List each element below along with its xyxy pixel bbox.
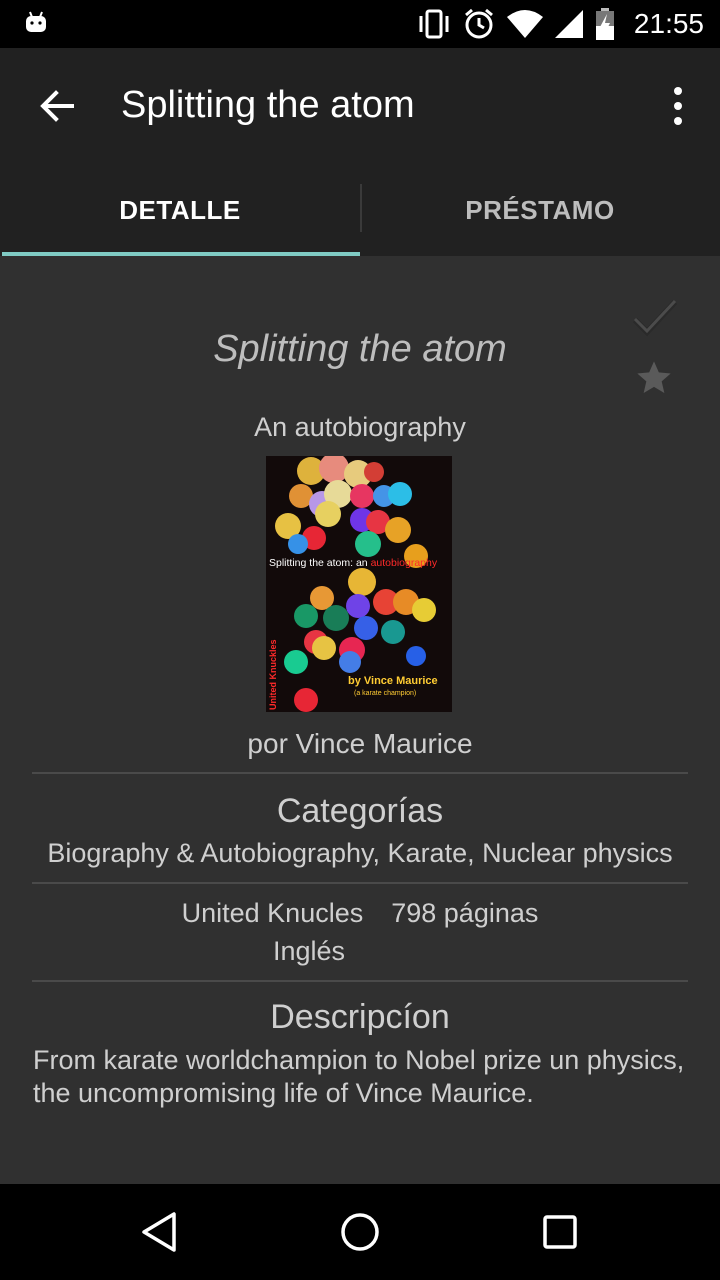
language: Inglés [272,936,346,966]
recents-square-icon[interactable] [536,1208,584,1256]
vibrate-icon [419,9,449,39]
publisher-pages-row: United Knucles 798 páginas [0,898,720,929]
book-cover: Splitting the atom: an autobiography by … [266,456,452,712]
book-subtitle: An autobiography [254,412,466,442]
cover-title-text: Splitting the atom: an autobiography [269,557,438,569]
wifi-icon [506,10,543,38]
book-author: por Vince Maurice [247,728,473,759]
categories-list: Biography & Autobiography, Karate, Nucle… [47,838,673,868]
tab-bar: DETALLE PRÉSTAMO [0,164,720,256]
publisher: United Knucles [181,898,364,928]
system-nav-bar [0,1184,720,1280]
description-heading: Descripcíon [270,998,450,1036]
cover-art: Splitting the atom: an autobiography by … [266,456,452,712]
back-arrow-icon[interactable] [28,78,84,134]
description-text: From karate worldchampion to Nobel prize… [33,1045,685,1108]
clock: 21:55 [633,8,704,39]
page-count: 798 páginas [391,898,539,928]
alarm-icon [464,8,493,39]
back-triangle-icon[interactable] [136,1208,184,1256]
divider [32,882,688,884]
cover-author-text: by Vince Maurice [348,675,438,687]
book-title: Splitting the atom [213,328,507,370]
tab-prestamo[interactable]: PRÉSTAMO [360,164,720,256]
home-circle-icon[interactable] [336,1208,384,1256]
app-bar-title: Splitting the atom [121,84,415,126]
more-vert-icon[interactable] [666,82,690,130]
cover-publisher-spine: United Knuckles [268,639,278,710]
categories-heading: Categorías [276,792,444,830]
signal-icon [554,10,583,38]
cover-tagline-text: (a karate champion) [354,690,416,697]
status-bar: 21:55 [0,0,720,48]
book-detail: Splitting the atom An autobiography Spli… [0,256,720,1184]
battery-charging-icon [595,8,614,40]
app-bar: Splitting the atom [0,48,720,164]
divider [32,772,688,774]
tab-detalle[interactable]: DETALLE [0,164,360,256]
android-notification-icon [26,11,46,32]
divider [32,980,688,982]
